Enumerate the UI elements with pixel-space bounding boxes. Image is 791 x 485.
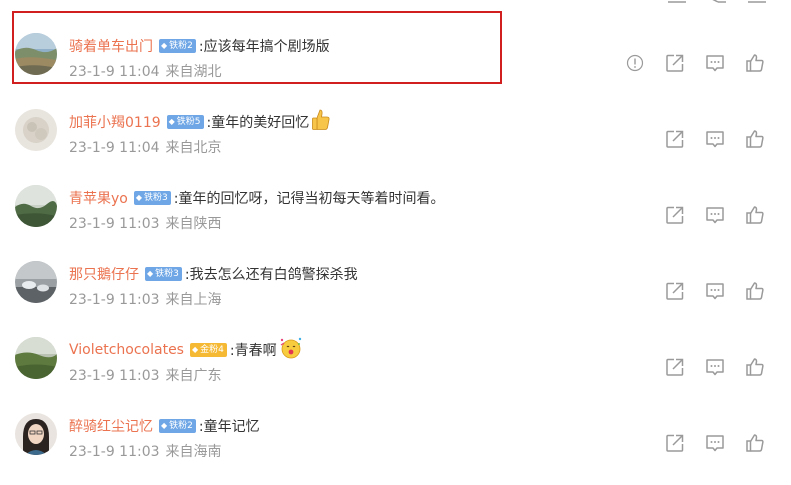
comment-item: 醉骑红尘记忆 ◆ 铁粉2 :童年记忆 23-1-9 11:03 来自海南	[0, 413, 791, 485]
comment-date: 23-1-9 11:03	[69, 216, 160, 232]
fan-badge[interactable]: ◆ 铁粉3	[133, 191, 171, 205]
fan-badge-label: 铁粉5	[176, 117, 201, 127]
comment-location: 来自上海	[165, 292, 222, 308]
like-icon[interactable]	[745, 53, 765, 73]
username-link[interactable]: 骑着单车出门	[69, 36, 153, 56]
comment-text: :童年记忆	[198, 419, 260, 435]
comment-text: :童年的美好回忆	[206, 115, 310, 131]
party-face-emoji	[279, 336, 303, 364]
comment-date: 23-1-9 11:04	[69, 140, 160, 156]
diamond-icon: ◆	[161, 41, 168, 50]
fan-badge[interactable]: ◆ 金粉4	[189, 343, 227, 357]
avatar[interactable]	[15, 33, 57, 75]
fan-badge[interactable]: ◆ 铁粉5	[166, 115, 204, 129]
fan-badge-label: 铁粉2	[169, 41, 193, 51]
comment-item: Violetchocolates ◆ 金粉4 :青春啊 23-1-9 11:03 来…	[0, 337, 791, 409]
avatar[interactable]	[15, 185, 57, 227]
diamond-icon: ◆	[161, 421, 168, 430]
comment-location: 来自陕西	[165, 216, 222, 232]
comment-text: :我去怎么还有白鸽警探杀我	[184, 267, 358, 283]
crown-icon: ◆	[191, 345, 199, 354]
reply-icon[interactable]	[705, 281, 725, 301]
share-icon[interactable]	[665, 205, 685, 225]
share-icon[interactable]	[665, 281, 685, 301]
report-icon[interactable]	[625, 53, 645, 73]
username-link[interactable]: 醉骑红尘记忆	[69, 416, 153, 436]
reply-icon[interactable]	[705, 53, 725, 73]
avatar[interactable]	[15, 261, 57, 303]
like-icon[interactable]	[745, 281, 765, 301]
fan-badge-label: 铁粉2	[169, 421, 193, 431]
comment-date: 23-1-9 11:03	[69, 444, 160, 460]
like-icon[interactable]	[745, 357, 765, 377]
username-link[interactable]: 那只鵝仔仔	[69, 264, 139, 284]
fan-badge[interactable]: ◆ 铁粉2	[159, 419, 196, 433]
fan-badge[interactable]: ◆ 铁粉2	[159, 39, 196, 53]
fan-badge-label: 铁粉3	[155, 269, 179, 279]
fan-badge[interactable]: ◆ 铁粉3	[145, 267, 182, 281]
comment-item: 青苹果yo ◆ 铁粉3 :童年的回忆呀，记得当初每天等着时间看。 23-1-9 1…	[0, 185, 791, 257]
comment-date: 23-1-9 11:03	[69, 292, 160, 308]
avatar[interactable]	[15, 413, 57, 455]
previous-comment-actions	[0, 0, 791, 4]
like-icon[interactable]	[745, 129, 765, 149]
username-link[interactable]: 青苹果yo	[69, 188, 128, 208]
reply-icon[interactable]	[705, 357, 725, 377]
share-icon[interactable]	[665, 433, 685, 453]
reply-icon[interactable]	[705, 129, 725, 149]
username-link[interactable]: 加菲小羯0119	[69, 112, 161, 132]
comment-date: 23-1-9 11:03	[69, 368, 160, 384]
comment-location: 来自海南	[165, 444, 222, 460]
share-icon[interactable]	[665, 129, 685, 149]
avatar[interactable]	[15, 337, 57, 379]
like-icon[interactable]	[745, 433, 765, 453]
diamond-icon: ◆	[168, 117, 175, 126]
like-icon[interactable]	[745, 205, 765, 225]
fan-badge-label: 铁粉3	[144, 193, 168, 203]
comment-text: :应该每年搞个剧场版	[198, 39, 330, 55]
reply-icon[interactable]	[705, 205, 725, 225]
share-icon[interactable]	[665, 53, 685, 73]
comment-date: 23-1-9 11:04	[69, 64, 160, 80]
comment-location: 来自湖北	[165, 64, 222, 80]
comment-text: :青春啊	[229, 343, 277, 359]
comment-location: 来自北京	[165, 140, 222, 156]
share-icon[interactable]	[665, 357, 685, 377]
username-link[interactable]: Violetchocolates	[69, 342, 184, 358]
diamond-icon: ◆	[147, 269, 154, 278]
comment-item: 那只鵝仔仔 ◆ 铁粉3 :我去怎么还有白鸽警探杀我 23-1-9 11:03 来自上…	[0, 261, 791, 333]
fan-badge-label: 金粉4	[200, 345, 224, 355]
comment-item: 骑着单车出门 ◆ 铁粉2 :应该每年搞个剧场版 23-1-9 11:04 来自湖北	[0, 33, 791, 105]
reply-icon[interactable]	[705, 433, 725, 453]
comment-text: :童年的回忆呀，记得当初每天等着时间看。	[173, 191, 445, 207]
thumbs-up-emoji	[311, 109, 331, 135]
comment-location: 来自广东	[165, 368, 222, 384]
comment-item: 加菲小羯0119 ◆ 铁粉5 :童年的美好回忆 23-1-9 11:04 来自北京	[0, 109, 791, 181]
avatar[interactable]	[15, 109, 57, 151]
diamond-icon: ◆	[135, 193, 143, 202]
